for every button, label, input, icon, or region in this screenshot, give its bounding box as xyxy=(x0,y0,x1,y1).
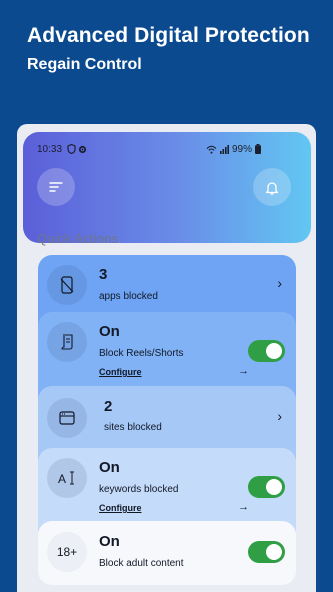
text-cursor-icon: A xyxy=(58,471,74,486)
apps-count: 3 xyxy=(99,266,108,283)
hero-title: Advanced Digital Protection xyxy=(27,24,310,47)
arrow-right-icon[interactable]: → xyxy=(238,501,249,513)
shield-status-icon xyxy=(67,144,76,154)
reels-configure-link[interactable]: Configure xyxy=(99,367,142,377)
browser-window-icon xyxy=(59,411,75,425)
toggle-knob xyxy=(266,479,282,495)
keywords-configure-link[interactable]: Configure xyxy=(99,503,142,513)
toggle-knob xyxy=(266,343,282,359)
browser-icon-wrap xyxy=(47,398,87,438)
status-time: 10:33 xyxy=(37,143,63,155)
app-header: 10:33 99% xyxy=(23,132,311,243)
adult-content-card[interactable]: 18+ On Block adult content xyxy=(38,521,296,585)
wifi-icon xyxy=(206,145,217,154)
battery-percent: 99% xyxy=(231,143,252,155)
arrow-right-icon[interactable]: → xyxy=(238,365,249,377)
chevron-right-icon: › xyxy=(277,275,282,291)
gear-status-icon xyxy=(78,145,87,153)
battery-icon xyxy=(255,144,261,154)
app-block-icon-wrap xyxy=(47,265,87,305)
reels-status: On xyxy=(99,323,120,340)
blocked-phone-icon xyxy=(60,276,74,294)
scroll-icon-wrap xyxy=(47,322,87,362)
hero-subtitle: Regain Control xyxy=(27,56,142,73)
signal-icon xyxy=(219,144,229,154)
chevron-right-icon: › xyxy=(277,408,282,424)
reels-toggle[interactable] xyxy=(248,340,285,362)
phone-screen: 10:33 99% Quick Actions 3 apps blocked ›… xyxy=(17,124,316,592)
scroll-icon xyxy=(61,334,73,350)
hero: Advanced Digital Protection Regain Contr… xyxy=(27,24,317,74)
menu-button[interactable] xyxy=(37,168,75,206)
status-bar: 10:33 99% xyxy=(37,142,261,156)
adult-label: Block adult content xyxy=(99,558,184,569)
keywords-toggle[interactable] xyxy=(248,476,285,498)
text-cursor-icon-wrap: A xyxy=(47,458,87,498)
adult-status: On xyxy=(99,533,120,550)
adult-toggle[interactable] xyxy=(248,541,285,563)
age-18-icon: 18+ xyxy=(56,545,78,559)
notifications-button[interactable] xyxy=(253,168,291,206)
toggle-knob xyxy=(266,544,282,560)
sites-blocked-label: sites blocked xyxy=(104,422,162,433)
svg-text:A: A xyxy=(58,472,66,486)
quick-actions-title: Quick Actions xyxy=(37,231,119,246)
reels-label: Block Reels/Shorts xyxy=(99,348,184,359)
apps-blocked-label: apps blocked xyxy=(99,291,158,302)
keywords-status: On xyxy=(99,459,120,476)
sites-count: 2 xyxy=(104,398,113,415)
bell-icon xyxy=(265,181,279,195)
menu-icon xyxy=(49,182,63,192)
age-18-icon-wrap: 18+ xyxy=(47,532,87,572)
keywords-label: keywords blocked xyxy=(99,484,179,495)
